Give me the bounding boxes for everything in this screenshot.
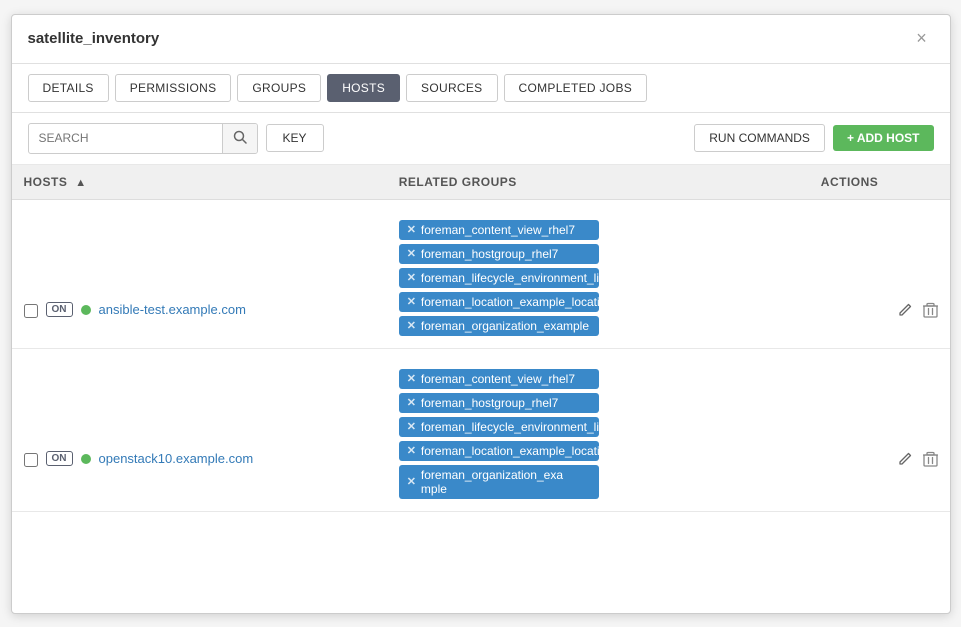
- tag-remove-1-3[interactable]: ✕: [407, 444, 416, 457]
- host-cell-1: ON openstack10.example.com: [12, 348, 387, 511]
- tag-remove-1-0[interactable]: ✕: [407, 372, 416, 385]
- tab-sources[interactable]: SOURCES: [406, 74, 497, 102]
- tag-remove-0-2[interactable]: ✕: [407, 271, 416, 284]
- tab-bar: DETAILS PERMISSIONS GROUPS HOSTS SOURCES…: [12, 64, 950, 113]
- hosts-tbody: ON ansible-test.example.com ✕foreman_con…: [12, 199, 950, 511]
- table-header: HOSTS ▲ RELATED GROUPS ACTIONS: [12, 165, 950, 200]
- host-link-1[interactable]: openstack10.example.com: [99, 451, 254, 466]
- edit-icon-1[interactable]: [897, 451, 913, 471]
- host-checkbox-1[interactable]: [24, 453, 38, 467]
- tag-1-0: ✕foreman_content_view_rhel7: [399, 369, 599, 389]
- col-actions-header: ACTIONS: [809, 165, 950, 200]
- tag-0-1: ✕foreman_hostgroup_rhel7: [399, 244, 599, 264]
- tag-remove-0-0[interactable]: ✕: [407, 223, 416, 236]
- status-dot-0: [81, 305, 91, 315]
- tags-cell-0: ✕foreman_content_view_rhel7 ✕foreman_host…: [387, 199, 809, 348]
- status-dot-1: [81, 454, 91, 464]
- sort-arrow-icon: ▲: [75, 177, 86, 189]
- delete-icon-0[interactable]: [923, 302, 938, 322]
- host-checkbox-0[interactable]: [24, 304, 38, 318]
- actions-cell-1: [809, 348, 950, 511]
- tab-groups[interactable]: GROUPS: [237, 74, 321, 102]
- toolbar: KEY RUN COMMANDS + ADD HOST: [12, 113, 950, 165]
- key-button[interactable]: KEY: [266, 124, 324, 152]
- add-host-button[interactable]: + ADD HOST: [833, 125, 934, 151]
- tag-0-3: ✕foreman_location_example_location: [399, 292, 599, 312]
- modal-title: satellite_inventory: [28, 30, 160, 47]
- on-badge-1: ON: [46, 451, 73, 466]
- tag-1-1: ✕foreman_hostgroup_rhel7: [399, 393, 599, 413]
- run-commands-button[interactable]: RUN COMMANDS: [694, 124, 825, 152]
- modal-close-button[interactable]: ×: [910, 27, 934, 51]
- table-row: ON ansible-test.example.com ✕foreman_con…: [12, 199, 950, 348]
- search-input[interactable]: [29, 125, 222, 151]
- tag-0-2: ✕foreman_lifecycle_environment_library: [399, 268, 599, 288]
- tag-1-2: ✕foreman_lifecycle_environment_library: [399, 417, 599, 437]
- tag-1-3: ✕foreman_location_example_location: [399, 441, 599, 461]
- host-cell-0: ON ansible-test.example.com: [12, 199, 387, 348]
- table-container: HOSTS ▲ RELATED GROUPS ACTIONS ON ansibl…: [12, 165, 950, 512]
- edit-icon-0[interactable]: [897, 302, 913, 322]
- tag-remove-0-4[interactable]: ✕: [407, 319, 416, 332]
- hosts-table: HOSTS ▲ RELATED GROUPS ACTIONS ON ansibl…: [12, 165, 950, 512]
- search-icon: [233, 130, 247, 144]
- tab-completed-jobs[interactable]: COMPLETED JOBS: [504, 74, 648, 102]
- search-button[interactable]: [222, 124, 257, 153]
- tag-remove-0-1[interactable]: ✕: [407, 247, 416, 260]
- tag-1-4: ✕foreman_organization_exa mple: [399, 465, 599, 499]
- tab-details[interactable]: DETAILS: [28, 74, 109, 102]
- tab-hosts[interactable]: HOSTS: [327, 74, 400, 102]
- tab-permissions[interactable]: PERMISSIONS: [115, 74, 232, 102]
- host-link-0[interactable]: ansible-test.example.com: [99, 302, 246, 317]
- tag-0-0: ✕foreman_content_view_rhel7: [399, 220, 599, 240]
- actions-cell-0: [809, 199, 950, 348]
- tag-remove-1-1[interactable]: ✕: [407, 396, 416, 409]
- tag-0-4: ✕foreman_organization_example: [399, 316, 599, 336]
- on-badge-0: ON: [46, 302, 73, 317]
- tags-cell-1: ✕foreman_content_view_rhel7 ✕foreman_host…: [387, 348, 809, 511]
- tag-remove-1-2[interactable]: ✕: [407, 420, 416, 433]
- modal-header: satellite_inventory ×: [12, 15, 950, 64]
- modal-container: satellite_inventory × DETAILS PERMISSION…: [11, 14, 951, 614]
- tag-remove-1-4[interactable]: ✕: [407, 475, 416, 488]
- col-hosts-header: HOSTS ▲: [12, 165, 387, 200]
- search-container: [28, 123, 258, 154]
- delete-icon-1[interactable]: [923, 451, 938, 471]
- tag-remove-0-3[interactable]: ✕: [407, 295, 416, 308]
- table-row: ON openstack10.example.com ✕foreman_cont…: [12, 348, 950, 511]
- col-related-groups-header: RELATED GROUPS: [387, 165, 809, 200]
